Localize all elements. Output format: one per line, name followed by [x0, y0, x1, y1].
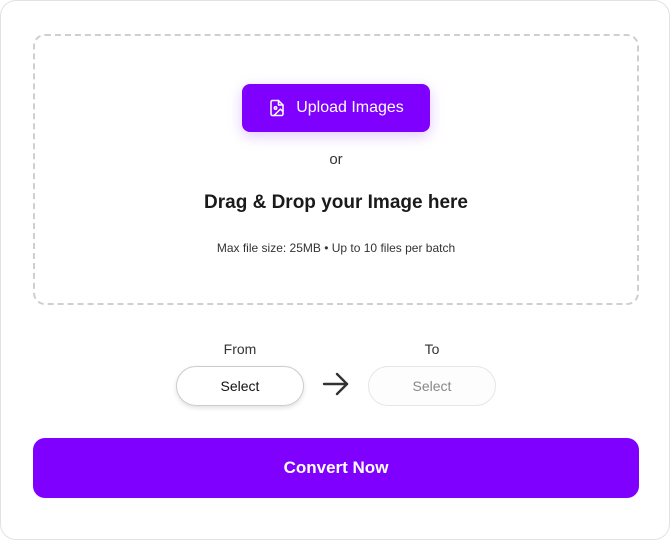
- from-label: From: [223, 341, 257, 357]
- drop-zone[interactable]: [33, 34, 639, 305]
- convert-now-button[interactable]: Convert Now: [33, 438, 639, 498]
- from-format-value: Select: [220, 378, 260, 394]
- upload-limits-text: Max file size: 25MB • Up to 10 files per…: [216, 241, 456, 255]
- upload-images-button[interactable]: Upload Images: [242, 84, 430, 132]
- to-format-select[interactable]: Select: [368, 366, 496, 406]
- from-format-select[interactable]: Select: [176, 366, 304, 406]
- arrow-right-icon: [322, 372, 349, 396]
- or-divider-text: or: [329, 151, 343, 168]
- image-file-icon: [268, 99, 286, 117]
- to-label: To: [424, 341, 440, 357]
- upload-images-label: Upload Images: [296, 99, 404, 116]
- convert-now-label: Convert Now: [283, 458, 389, 477]
- drag-drop-heading: Drag & Drop your Image here: [204, 192, 468, 213]
- to-format-value: Select: [412, 378, 452, 394]
